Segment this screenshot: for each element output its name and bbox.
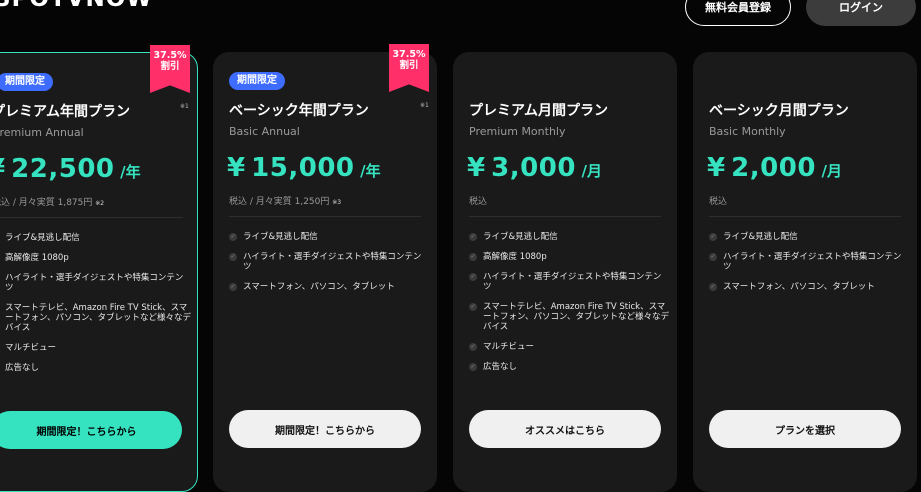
tax-text: 税込 / 月々実質 1,875円 (0, 198, 93, 208)
check-icon: ✓ (709, 283, 717, 291)
feature-list: ✓ ライブ&見逃し配信 ✓ ハイライト・選手ダイジェストや特集コンテンツ ✓ スマート… (229, 232, 429, 302)
plan-price: ¥ 3,000 /月 (467, 153, 602, 183)
plan-card-premium-monthly: プレミアム月間プラン Premium Monthly ¥ 3,000 /月 税込… (453, 52, 677, 492)
select-plan-button[interactable]: プランを選択 (709, 410, 901, 448)
tax-info: 税込 / 月々実質 1,875円 ※2 (0, 195, 104, 208)
feature-item: ✓ハイライト・選手ダイジェストや特集コンテンツ (5, 273, 184, 293)
tax-footnote: ※2 (95, 200, 105, 207)
footnote-mark: ※1 (420, 102, 429, 109)
currency-symbol: ¥ (227, 153, 246, 183)
select-plan-button[interactable]: オススメはこちら (469, 410, 661, 448)
plan-name-en: Premium Monthly (469, 125, 566, 138)
tax-info: 税込 (469, 194, 487, 207)
check-icon: ✓ (709, 233, 717, 241)
spotvnow-logo[interactable]: SPOTVNOW (0, 0, 153, 12)
tax-text: 税込 (709, 197, 728, 207)
price-unit: /年 (360, 162, 381, 180)
discount-percent: 37.5% (153, 50, 187, 61)
check-icon: ✓ (469, 343, 477, 351)
tax-info: 税込 / 月々実質 1,250円 ※3 (229, 194, 341, 207)
check-icon: ✓ (229, 283, 237, 291)
plan-price: ¥ 2,000 /月 (707, 153, 842, 183)
feature-item: ✓ライブ&見逃し配信 (229, 232, 318, 242)
feature-item: ✓ハイライト・選手ダイジェストや特集コンテンツ (229, 252, 422, 272)
register-button[interactable]: 無料会員登録 (685, 0, 791, 26)
feature-item: ✓マルチビュー (469, 342, 535, 352)
divider (0, 217, 183, 218)
check-icon: ✓ (469, 273, 477, 281)
plan-name: ベーシック年間プラン (229, 103, 369, 119)
tax-footnote: ※3 (332, 199, 342, 206)
limited-time-badge: 期間限定 (0, 73, 53, 91)
feature-item: ✓高解像度 1080p (5, 253, 69, 263)
feature-item: ✓ スマートフォン、パソコン、タブレット (229, 282, 395, 292)
feature-item: ✓ライブ&見逃し配信 (469, 232, 558, 242)
select-plan-button[interactable]: 期間限定！こちらから (0, 411, 182, 449)
feature-item: ✓スマートテレビ、Amazon Fire TV Stick、スマートフォン、パソ… (469, 302, 669, 332)
price-value: 2,000 (731, 153, 816, 183)
select-plan-button[interactable]: 期間限定！こちらから (229, 410, 421, 448)
feature-item: ✓スマートテレビ、Amazon Fire TV Stick、スマートフォン、パソ… (5, 303, 191, 333)
tax-info: 税込 (709, 194, 727, 207)
discount-label: 割引 (399, 60, 419, 71)
plan-name: プレミアム年間プラン (0, 104, 131, 120)
divider (229, 216, 421, 217)
feature-list: ✓ ライブ&見逃し配信 ✓ ハイライト・選手ダイジェストや特集コンテンツ ✓ スマート… (709, 232, 909, 302)
footnote-mark: ※1 (180, 103, 189, 110)
discount-percent: 37.5% (392, 49, 426, 60)
price-unit: /年 (120, 163, 141, 181)
plan-name-en: Basic Monthly (709, 125, 786, 138)
check-icon: ✓ (469, 363, 477, 371)
check-icon: ✓ (469, 253, 477, 261)
check-icon: ✓ (229, 253, 237, 261)
divider (469, 216, 661, 217)
feature-item: ✓ライブ&見逃し配信 (709, 232, 798, 242)
plan-card-premium-annual: 期間限定 37.5% 割引 ※1 プレミアム年間プラン Premium Annu… (0, 45, 198, 492)
discount-ribbon: 37.5% 割引 (389, 44, 429, 92)
feature-item: ✓マルチビュー (5, 343, 57, 353)
currency-symbol: ¥ (0, 154, 6, 184)
divider (709, 216, 901, 217)
limited-time-badge: 期間限定 (229, 72, 285, 90)
feature-item: ✓ライブ&見逃し配信 (5, 233, 80, 243)
check-icon: ✓ (709, 253, 717, 261)
price-unit: /月 (821, 162, 842, 180)
login-button[interactable]: ログイン (806, 0, 916, 26)
feature-item: ✓広告なし (5, 363, 40, 373)
plan-card-basic-annual: 期間限定 37.5% 割引 ※1 ベーシック年間プラン Basic Annual… (213, 44, 437, 492)
check-icon: ✓ (469, 233, 477, 241)
tax-text: 税込 (469, 197, 488, 207)
plan-card-basic-monthly: ベーシック月間プラン Basic Monthly ¥ 2,000 /月 税込 ✓… (693, 52, 917, 492)
plan-price: ¥ 22,500 /年 (0, 154, 141, 184)
feature-item: ✓ハイライト・選手ダイジェストや特集コンテンツ (709, 252, 902, 272)
plan-name: ベーシック月間プラン (709, 103, 849, 119)
check-icon: ✓ (469, 303, 477, 311)
price-value: 3,000 (491, 153, 576, 183)
plan-name-en: Premium Annual (0, 126, 84, 139)
feature-list: ✓ライブ&見逃し配信 ✓高解像度 1080p ✓ハイライト・選手ダイジェストや特… (469, 232, 669, 382)
plan-price: ¥ 15,000 /年 (227, 153, 381, 183)
currency-symbol: ¥ (467, 153, 486, 183)
feature-item: ✓ハイライト・選手ダイジェストや特集コンテンツ (469, 272, 662, 292)
plan-name-en: Basic Annual (229, 125, 300, 138)
price-value: 15,000 (251, 153, 355, 183)
currency-symbol: ¥ (707, 153, 726, 183)
check-icon: ✓ (229, 233, 237, 241)
feature-item: ✓高解像度 1080p (469, 252, 547, 262)
plan-name: プレミアム月間プラン (469, 103, 609, 119)
price-value: 22,500 (11, 154, 115, 184)
top-bar: SPOTVNOW 無料会員登録 ログイン (0, 0, 921, 40)
feature-item: ✓ スマートフォン、パソコン、タブレット (709, 282, 875, 292)
feature-item: ✓広告なし (469, 362, 518, 372)
discount-label: 割引 (160, 61, 180, 72)
price-unit: /月 (581, 162, 602, 180)
feature-list: ✓ライブ&見逃し配信 ✓高解像度 1080p ✓ハイライト・選手ダイジェストや特… (0, 233, 191, 383)
discount-ribbon: 37.5% 割引 (150, 45, 190, 93)
tax-text: 税込 / 月々実質 1,250円 (229, 197, 330, 207)
